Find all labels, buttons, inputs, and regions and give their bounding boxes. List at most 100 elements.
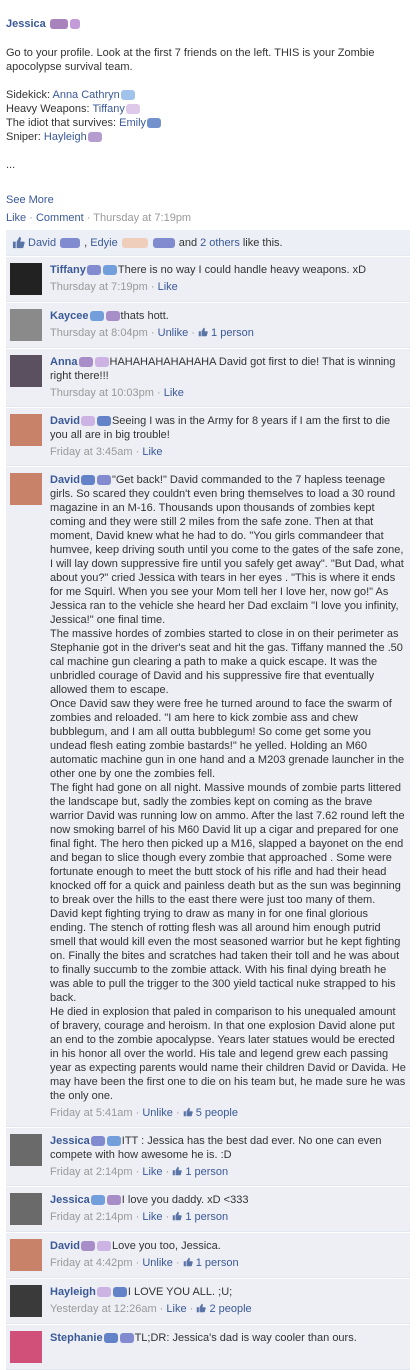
comment-timestamp[interactable]: Thursday at 10:03pm <box>50 387 154 399</box>
comment-text: thats hott. <box>120 310 169 322</box>
team-member-link[interactable]: Tiffany <box>92 103 124 115</box>
comment: David Love you too, Jessica. Friday at 4:4… <box>6 1232 410 1278</box>
team-member-link[interactable]: Anna Cathryn <box>52 89 119 101</box>
comment-body: David Love you too, Jessica. Friday at 4:4… <box>50 1239 406 1271</box>
comment-likes-link[interactable]: 1 person <box>196 1257 239 1269</box>
comment-body: Jessica ITT : Jessica has the best dad ev… <box>50 1134 406 1179</box>
comment-likes-link[interactable]: 2 people <box>209 1303 251 1315</box>
comment-likes-link[interactable]: 5 people <box>196 1107 238 1119</box>
comment-timestamp[interactable]: Friday at 2:14pm <box>50 1166 133 1178</box>
status-post: Jessica Go to your profile. Look at the … <box>0 0 416 224</box>
redaction-mark <box>147 118 162 129</box>
like-link[interactable]: Like <box>142 1211 162 1223</box>
comment-author[interactable]: Anna <box>50 356 78 368</box>
comment-likes-link[interactable]: 1 person <box>211 327 254 339</box>
comment-author[interactable]: David <box>50 474 80 486</box>
post-text: Go to your profile. Look at the first 7 … <box>6 47 375 73</box>
comment-text: I LOVE YOU ALL. ;U; <box>127 1286 233 1298</box>
liker-david[interactable]: David <box>28 237 56 249</box>
avatar[interactable] <box>10 1331 42 1363</box>
comment: Tiffany There is no way I could handle he… <box>6 256 410 302</box>
comment-author[interactable]: Kaycee <box>50 310 89 322</box>
comment-timestamp[interactable]: Friday at 3:45am <box>50 446 133 458</box>
comment-likes-link[interactable]: 1 person <box>185 1211 228 1223</box>
unlike-link[interactable]: Unlike <box>142 1107 173 1119</box>
comment-text: TL;DR: Jessica's dad is way cooler than … <box>134 1332 357 1344</box>
post-author[interactable]: Jessica <box>6 18 410 30</box>
comment-text: Love you too, Jessica. <box>111 1240 221 1252</box>
avatar[interactable] <box>10 263 42 295</box>
avatar[interactable] <box>10 1193 42 1225</box>
others-link[interactable]: 2 others <box>200 237 240 249</box>
comment-author[interactable]: Stephanie <box>50 1332 103 1344</box>
team-role: The idiot that survives: <box>6 117 117 129</box>
team-member-link[interactable]: Emily <box>119 117 146 129</box>
comment-author[interactable]: Jessica <box>50 1194 90 1206</box>
comment: Jessica I love you daddy. xD <333 Friday a… <box>6 1186 410 1232</box>
comment-body: Hayleigh I LOVE YOU ALL. ;U; Yesterday at … <box>50 1285 406 1317</box>
comment-likes-link[interactable]: 1 person <box>185 1166 228 1178</box>
likes-suffix: like this. <box>242 236 283 249</box>
comment-meta: Thursday at 10:03pm · Like <box>50 387 184 399</box>
redaction-mark <box>87 132 102 143</box>
redaction-mark <box>106 1195 121 1206</box>
post-ellipsis: ... <box>6 159 16 171</box>
avatar[interactable] <box>10 473 42 505</box>
team-member-row: Heavy Weapons: Tiffany <box>6 102 410 116</box>
team-role: Sniper: <box>6 131 41 143</box>
comment-timestamp[interactable]: Friday at 5:41am <box>50 1107 133 1119</box>
redaction-mark <box>125 104 140 115</box>
like-link[interactable]: Like <box>158 281 178 293</box>
comment-meta: Friday at 3:45am · Like <box>50 446 163 458</box>
comment-meta: Yesterday at 12:26am · Like · 2 people <box>50 1303 252 1315</box>
comment-timestamp[interactable]: Friday at 2:14pm <box>50 1211 133 1223</box>
post-actions: Like · Comment · Thursday at 7:19pm <box>6 212 192 224</box>
comment-timestamp[interactable]: Friday at 4:42pm <box>50 1257 133 1269</box>
comment-timestamp[interactable]: Thursday at 7:19pm <box>50 281 148 293</box>
redaction-mark <box>106 1136 121 1147</box>
avatar[interactable] <box>10 1134 42 1166</box>
avatar[interactable] <box>10 355 42 387</box>
like-link[interactable]: Like <box>6 212 26 224</box>
comment: Anna HAHAHAHAHAHAHA David got first to di… <box>6 348 410 407</box>
thumbs-up-icon <box>183 1257 193 1267</box>
like-link[interactable]: Like <box>166 1303 186 1315</box>
unlike-link[interactable]: Unlike <box>158 327 189 339</box>
comment-author[interactable]: David <box>50 1240 80 1252</box>
avatar[interactable] <box>10 1285 42 1317</box>
comment: Hayleigh I LOVE YOU ALL. ;U; Yesterday at … <box>6 1278 410 1324</box>
redaction-mark <box>90 1136 105 1147</box>
comment-meta: Friday at 2:14pm · Like · 1 person <box>50 1166 229 1178</box>
comment: Kaycee thats hott. Thursday at 8:04pm · Un… <box>6 302 410 348</box>
avatar[interactable] <box>10 1239 42 1271</box>
redaction-mark <box>80 475 95 486</box>
comment-link[interactable]: Comment <box>36 212 84 224</box>
avatar[interactable] <box>10 309 42 341</box>
team-member-link[interactable]: Hayleigh <box>44 131 87 143</box>
redaction-mark <box>152 237 175 248</box>
comment-body: David Seeing I was in the Army for 8 year… <box>50 414 406 459</box>
avatar[interactable] <box>10 414 42 446</box>
thumbs-up-icon <box>198 327 208 337</box>
like-link[interactable]: Like <box>164 387 184 399</box>
comment-author[interactable]: Tiffany <box>50 264 86 276</box>
redaction-mark <box>96 475 111 486</box>
liker-edyie[interactable]: Edyie <box>90 237 118 249</box>
comment-timestamp[interactable]: Thursday at 8:04pm <box>50 327 148 339</box>
comment-author[interactable]: Jessica <box>50 1135 90 1147</box>
likes-and-text: and <box>178 236 198 249</box>
redaction-mark <box>89 311 104 322</box>
post-timestamp[interactable]: Thursday at 7:19pm <box>93 212 191 224</box>
comment-author[interactable]: David <box>50 415 80 427</box>
thumbs-up-icon <box>12 236 25 249</box>
see-more-link[interactable]: See More <box>6 194 410 206</box>
like-link[interactable]: Like <box>142 1166 162 1178</box>
comment-timestamp[interactable]: Yesterday at 12:26am <box>50 1303 157 1315</box>
unlike-link[interactable]: Unlike <box>142 1257 173 1269</box>
comment-author[interactable]: Hayleigh <box>50 1286 96 1298</box>
comment: Jessica ITT : Jessica has the best dad ev… <box>6 1127 410 1186</box>
comment: Stephanie TL;DR: Jessica's dad is way coo… <box>6 1324 410 1370</box>
comment-text: "Get back!" David commanded to the 7 hap… <box>50 474 406 1102</box>
redaction-mark <box>78 357 93 368</box>
like-link[interactable]: Like <box>142 446 162 458</box>
